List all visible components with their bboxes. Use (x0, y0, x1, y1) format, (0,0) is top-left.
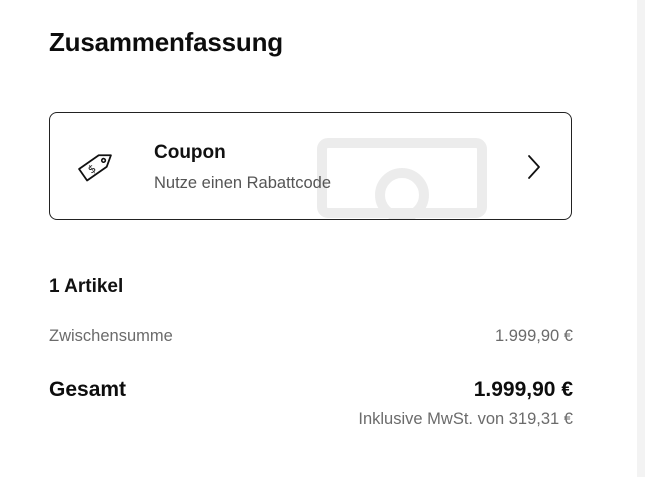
item-count: 1 Artikel (49, 276, 124, 297)
coupon-title: Coupon (154, 142, 226, 163)
total-row: Gesamt 1.999,90 € (49, 378, 573, 402)
coupon-subtitle: Nutze einen Rabattcode (154, 174, 332, 192)
page-title: Zusammenfassung (49, 27, 283, 57)
total-label: Gesamt (49, 378, 127, 401)
coupon-watermark-graphic (317, 138, 487, 219)
subtotal-row: Zwischensumme 1.999,90 € (49, 327, 573, 346)
tag-icon: $ (78, 154, 112, 182)
scrollbar[interactable] (637, 0, 645, 477)
vat-note: Inklusive MwSt. von 319,31 € (358, 410, 573, 428)
subtotal-label: Zwischensumme (49, 327, 173, 345)
coupon-button[interactable]: $ Coupon Nutze einen Rabattcode (49, 112, 572, 220)
order-summary-panel: Zusammenfassung $ Coupon Nutze einen Rab… (0, 0, 645, 477)
total-value: 1.999,90 € (473, 378, 573, 401)
chevron-right-icon (528, 155, 540, 179)
subtotal-value: 1.999,90 € (495, 327, 573, 345)
